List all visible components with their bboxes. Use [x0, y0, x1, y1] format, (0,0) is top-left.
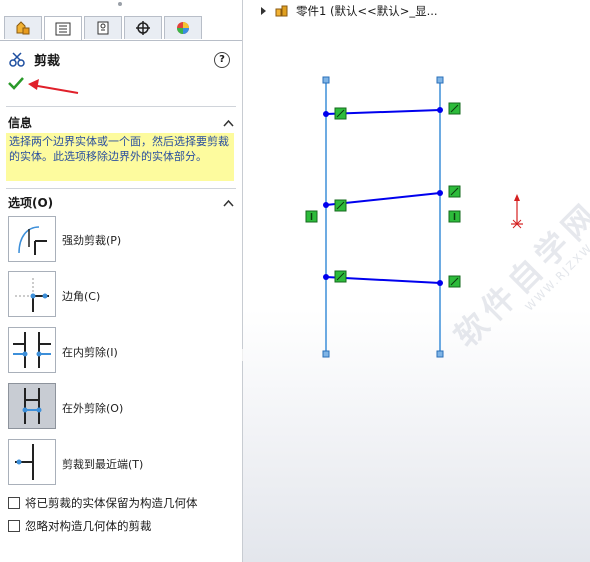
checkbox-box[interactable]	[8, 497, 20, 509]
trim-to-closest-label: 剪裁到最近端(T)	[62, 458, 144, 471]
trim-inside-label: 在内剪除(I)	[62, 346, 118, 359]
coincident-relation-icon[interactable]	[334, 107, 347, 120]
trim-outside-icon	[22, 388, 42, 424]
coincident-relation-icon[interactable]	[334, 270, 347, 283]
collapse-chevron-icon[interactable]	[223, 119, 234, 127]
property-manager-panel: 剪裁 ? 信息 选择两个边界实体或一个面，然后选择要剪裁的实体。此选项移除边界外…	[0, 0, 243, 562]
manager-tab-bar	[4, 16, 204, 41]
command-title: 剪裁	[8, 50, 60, 69]
trim-to-closest-icon	[15, 444, 34, 480]
sketch-point[interactable]	[437, 190, 443, 196]
vertical-relation-icon[interactable]	[448, 210, 461, 223]
coincident-relation-icon[interactable]	[334, 199, 347, 212]
checkbox-box[interactable]	[8, 520, 20, 532]
power-trim-icon	[18, 226, 47, 255]
vertical-relation-icon[interactable]	[305, 210, 318, 223]
tab-property-manager[interactable]	[44, 16, 82, 41]
sketch-point[interactable]	[437, 280, 443, 286]
graphics-area[interactable]: 零件1 (默认<<默认>_显... 软件自学网 WWW.RJZXW.COM	[243, 0, 590, 562]
section-divider	[6, 188, 236, 189]
pointer-arrow-icon	[28, 79, 79, 94]
sketch-point[interactable]	[323, 111, 329, 117]
coincident-relation-icon[interactable]	[448, 185, 461, 198]
trim-outside-label: 在外剪除(O)	[62, 402, 124, 415]
corner-trim-label: 边角(C)	[62, 290, 101, 303]
options-header-label: 选项(O)	[8, 196, 54, 210]
endpoint-handle[interactable]	[436, 350, 444, 358]
endpoint-handle[interactable]	[322, 76, 330, 84]
trim-inside-button[interactable]	[8, 327, 56, 373]
power-trim-label: 强劲剪裁(P)	[62, 234, 122, 247]
sketch-point[interactable]	[323, 274, 329, 280]
corner-trim-icon	[15, 278, 49, 312]
origin-icon	[511, 194, 523, 229]
corner-trim-button[interactable]	[8, 271, 56, 317]
display-manager-icon	[177, 22, 189, 34]
tab-divider	[0, 40, 242, 41]
help-icon[interactable]: ?	[214, 52, 230, 68]
trim-command-icon	[9, 51, 25, 67]
property-manager-icon	[55, 22, 71, 36]
trim-inside-icon	[13, 332, 51, 368]
options-section-header[interactable]: 选项(O)	[8, 194, 234, 211]
panel-grip[interactable]	[118, 2, 122, 6]
coincident-relation-icon[interactable]	[448, 275, 461, 288]
tab-configuration-manager[interactable]	[84, 16, 122, 39]
tab-display-manager[interactable]	[164, 16, 202, 39]
command-title-label: 剪裁	[34, 54, 61, 69]
coincident-relation-icon[interactable]	[448, 102, 461, 115]
dimxpert-icon	[136, 21, 150, 35]
info-section-header[interactable]: 信息	[8, 114, 234, 131]
keep-construction-checkbox[interactable]: 将已剪裁的实体保留为构造几何体	[8, 495, 198, 511]
endpoint-handle[interactable]	[436, 76, 444, 84]
ignore-construction-checkbox[interactable]: 忽略对构造几何体的剪裁	[8, 518, 152, 534]
sketch-drawing[interactable]	[243, 0, 590, 562]
sketch-point[interactable]	[437, 107, 443, 113]
tab-dimxpert-manager[interactable]	[124, 16, 162, 39]
ignore-construction-label: 忽略对构造几何体的剪裁	[25, 519, 152, 533]
configuration-manager-icon	[97, 21, 109, 35]
section-divider	[6, 106, 236, 107]
trim-to-closest-button[interactable]	[8, 439, 56, 485]
tab-feature-manager[interactable]	[4, 16, 42, 39]
info-header-label: 信息	[8, 116, 33, 130]
ok-check-icon[interactable]	[8, 76, 24, 90]
sketch-point[interactable]	[323, 202, 329, 208]
power-trim-button[interactable]	[8, 216, 56, 262]
collapse-chevron-icon[interactable]	[223, 199, 234, 207]
info-message: 选择两个边界实体或一个面，然后选择要剪裁的实体。此选项移除边界外的实体部分。	[6, 133, 234, 181]
keep-construction-label: 将已剪裁的实体保留为构造几何体	[25, 496, 198, 510]
trim-outside-button[interactable]	[8, 383, 56, 429]
feature-manager-icon	[16, 21, 30, 35]
endpoint-handle[interactable]	[322, 350, 330, 358]
